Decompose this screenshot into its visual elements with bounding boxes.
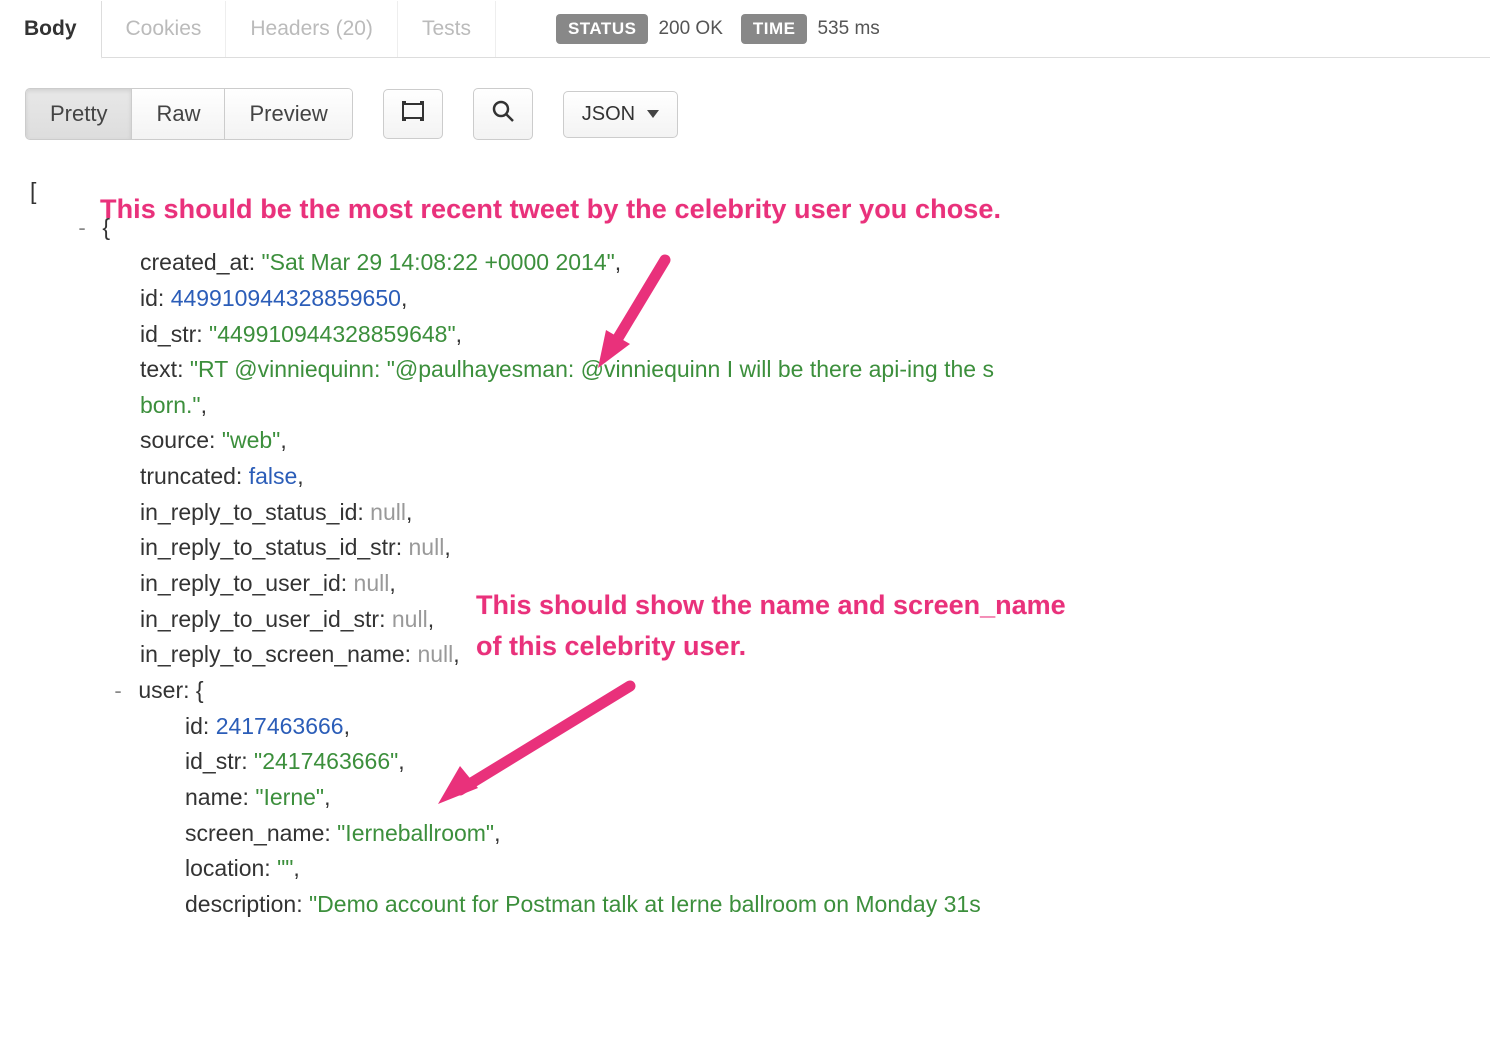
annotation-user-name: This should show the name and screen_nam… [476,585,1066,666]
response-toolbar: Pretty Raw Preview JSON [0,58,1490,164]
search-icon [492,100,514,128]
wrap-icon [402,101,424,127]
tab-cookies[interactable]: Cookies [102,1,227,57]
chevron-down-icon [647,110,659,118]
status-badge: STATUS [556,14,648,44]
pretty-button[interactable]: Pretty [26,89,132,139]
time-badge: TIME [741,14,808,44]
time-value: 535 ms [817,18,879,40]
status-value: 200 OK [658,18,722,40]
wrap-button[interactable] [383,89,443,139]
tab-tests[interactable]: Tests [398,1,496,57]
view-mode-group: Pretty Raw Preview [25,88,353,140]
collapse-toggle[interactable]: - [72,211,92,245]
raw-button[interactable]: Raw [132,89,225,139]
annotation-recent-tweet: This should be the most recent tweet by … [100,194,1001,225]
response-tabs: Body Cookies Headers (20) Tests STATUS 2… [0,0,1490,58]
response-body: [ - { created_at: "Sat Mar 29 14:08:22 +… [0,164,1490,922]
format-dropdown-label: JSON [582,103,635,126]
arrow-icon [420,670,650,820]
status-bar: STATUS 200 OK TIME 535 ms [556,14,888,44]
search-button[interactable] [473,88,533,140]
tab-headers[interactable]: Headers (20) [226,1,398,57]
tab-body[interactable]: Body [0,1,102,59]
preview-button[interactable]: Preview [225,89,351,139]
format-dropdown[interactable]: JSON [563,91,678,138]
collapse-toggle-user[interactable]: - [108,674,128,708]
arrow-icon [590,252,680,372]
